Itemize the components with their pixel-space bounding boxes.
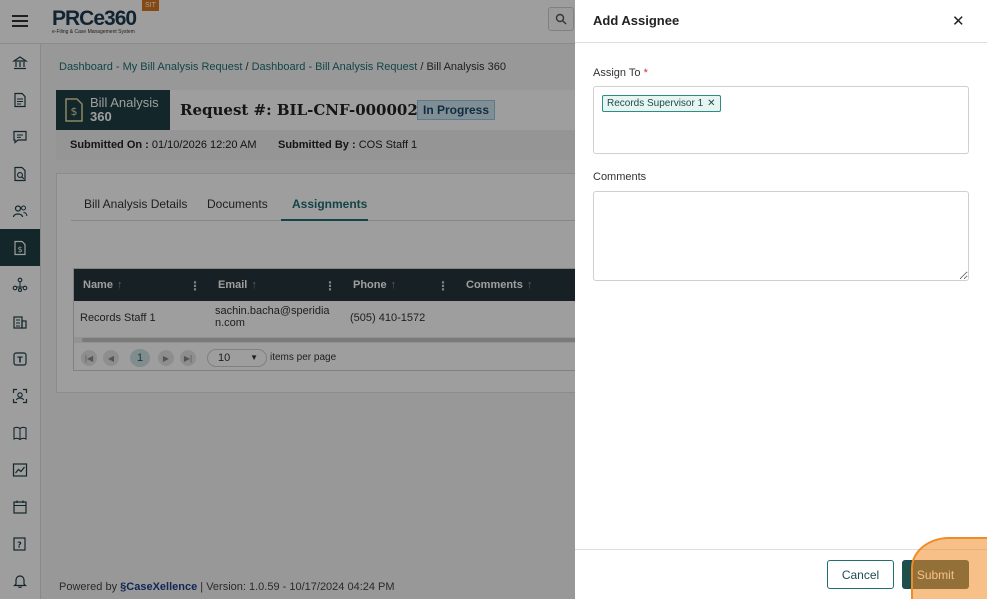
comments-textarea[interactable] [593, 191, 969, 281]
divider [575, 549, 987, 550]
panel-title: Add Assignee [593, 13, 680, 28]
assignee-chip: Records Supervisor 1 ✕ [602, 95, 721, 112]
cancel-button[interactable]: Cancel [827, 560, 894, 589]
add-assignee-panel: Add Assignee ✕ Assign To * Records Super… [575, 0, 987, 599]
submit-button[interactable]: Submit [902, 560, 969, 589]
required-indicator: * [643, 67, 648, 79]
divider [575, 42, 987, 43]
assign-to-multiselect[interactable]: Records Supervisor 1 ✕ [593, 86, 969, 154]
remove-chip-icon[interactable]: ✕ [707, 98, 715, 109]
close-icon[interactable]: ✕ [952, 12, 965, 30]
comments-label: Comments [593, 171, 647, 183]
assign-to-label: Assign To * [593, 67, 648, 79]
